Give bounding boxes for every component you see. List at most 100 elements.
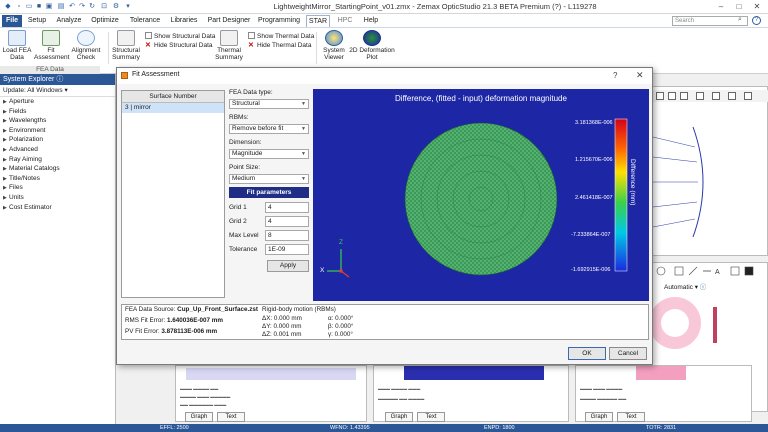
customize-icon[interactable]: ▾ <box>124 3 132 11</box>
menu-tolerance[interactable]: Tolerance <box>126 15 164 27</box>
menu-analyze[interactable]: Analyze <box>54 15 84 27</box>
fea-source: FEA Data Source: Cup_Up_Front_Surface.zs… <box>125 306 258 313</box>
automatic-dropdown[interactable]: Automatic ▾ ⓘ <box>664 281 706 291</box>
system-viewer-icon <box>325 30 343 46</box>
dimension-label: Dimension: <box>229 139 262 146</box>
ok-button[interactable]: OK <box>568 347 606 360</box>
cancel-button[interactable]: Cancel <box>609 347 647 360</box>
graph-caption-line: ▬▬▬▬ ▬▬▬▬▬ ▬▬ <box>580 396 627 401</box>
zoom-icon[interactable] <box>680 92 688 100</box>
open-folder-icon[interactable]: ▭ <box>25 3 33 11</box>
hide-thermal-data-button[interactable]: ✕ Hide Thermal Data <box>248 42 311 50</box>
explorer-item-cost-estimator[interactable]: ▶ Cost Estimator <box>0 203 115 213</box>
alignment-check-icon <box>77 30 95 46</box>
new-file-icon[interactable]: ▫ <box>15 3 23 11</box>
load-fea-icon <box>8 30 26 46</box>
grid2-input[interactable]: 4 <box>265 216 309 227</box>
pan-icon[interactable] <box>668 92 676 100</box>
menu-optimize[interactable]: Optimize <box>88 15 122 27</box>
system-viewer-button[interactable]: System Viewer <box>320 30 348 61</box>
menu-hpc[interactable]: HPC <box>334 15 356 27</box>
deformation-plot-button[interactable]: 2D Deformation Plot <box>348 30 396 61</box>
hide-structural-data-button[interactable]: ✕ Hide Structural Data <box>145 42 213 50</box>
menu-setup[interactable]: Setup <box>24 15 50 27</box>
undo-icon[interactable]: ↶ <box>68 3 76 11</box>
save-icon[interactable]: ■ <box>35 3 43 11</box>
load-fea-data-button[interactable]: Load FEA Data <box>2 30 32 61</box>
tab-graph[interactable]: Graph <box>585 412 613 422</box>
explorer-item-fields[interactable]: ▶ Fields <box>0 107 115 117</box>
help-icon[interactable]: ? <box>752 16 761 25</box>
explorer-item-ray-aiming[interactable]: ▶ Ray Aiming <box>0 155 115 165</box>
tab-graph[interactable]: Graph <box>185 412 213 422</box>
window-icon[interactable] <box>744 92 752 100</box>
fit-assessment-icon <box>42 30 60 46</box>
svg-text:A: A <box>715 269 720 276</box>
menu-bar: File Setup Analyze Optimize Tolerance Li… <box>0 14 768 28</box>
menu-programming[interactable]: Programming <box>256 15 302 27</box>
surface-list-header: Surface Number <box>122 91 224 103</box>
update-dropdown[interactable]: Update: All Windows ▾ <box>0 85 115 97</box>
minimize-button[interactable]: – <box>714 1 728 13</box>
fit-assessment-button[interactable]: Fit Assessment <box>34 30 69 61</box>
close-window-button[interactable]: ✕ <box>750 1 764 13</box>
settings-icon[interactable] <box>696 92 704 100</box>
apply-button[interactable]: Apply <box>267 260 309 272</box>
maximize-button[interactable]: □ <box>732 1 746 13</box>
tab-text[interactable]: Text <box>217 412 245 422</box>
explorer-item-title-notes[interactable]: ▶ Title/Notes <box>0 174 115 184</box>
explorer-item-environment[interactable]: ▶ Environment <box>0 126 115 136</box>
thermal-summary-button[interactable]: Thermal Summary <box>212 30 246 61</box>
tolerance-input[interactable]: 1E-09 <box>265 244 309 255</box>
menu-help[interactable]: Help <box>360 15 382 27</box>
export-icon[interactable] <box>728 92 736 100</box>
graph-caption-line: ▬▬▬ ▬▬▬ ▬▬▬▬ <box>580 386 623 391</box>
explorer-item-files[interactable]: ▶ Files <box>0 183 115 193</box>
surface-list-item[interactable]: 3 | mirror <box>122 103 224 113</box>
max-level-input[interactable]: 8 <box>265 230 309 241</box>
chevron-down-icon: ▼ <box>301 126 306 132</box>
help-icon[interactable]: ? <box>613 71 617 80</box>
lock-icon[interactable]: ⊡ <box>100 3 108 11</box>
tab-text[interactable]: Text <box>617 412 645 422</box>
menu-star[interactable]: STAR <box>306 15 330 27</box>
gear-icon[interactable]: ⚙ <box>112 3 120 11</box>
menu-file[interactable]: File <box>2 15 22 27</box>
save-as-icon[interactable]: ▣ <box>45 3 53 11</box>
explorer-item-polarization[interactable]: ▶ Polarization <box>0 135 115 145</box>
fea-type-select[interactable]: Structural ▼ <box>229 99 309 109</box>
explorer-item-units[interactable]: ▶ Units <box>0 193 115 203</box>
tab-graph[interactable]: Graph <box>385 412 413 422</box>
point-size-select[interactable]: Medium ▼ <box>229 174 309 184</box>
chevron-down-icon: ▼ <box>301 151 306 157</box>
rotate-icon[interactable] <box>656 92 664 100</box>
dimension-select[interactable]: Magnitude ▼ <box>229 149 309 159</box>
colorbar-tick: 1.215670E-006 <box>575 157 613 163</box>
explorer-item-aperture[interactable]: ▶ Aperture <box>0 97 115 107</box>
alignment-check-button[interactable]: Alignment Check <box>70 30 102 61</box>
menu-part-designer[interactable]: Part Designer <box>205 15 253 27</box>
deformation-plot[interactable]: Difference, (fitted - input) deformation… <box>313 89 649 301</box>
show-structural-data-button[interactable]: Show Structural Data <box>145 32 215 41</box>
show-thermal-data-button[interactable]: Show Thermal Data <box>248 32 314 41</box>
rbm-alpha: α: 0.000° <box>328 315 354 322</box>
rbm-title: Rigid-body motion (RBMs) <box>262 306 336 313</box>
help-icon[interactable]: ⓘ <box>56 76 63 83</box>
grid1-input[interactable]: 4 <box>265 202 309 213</box>
tab-text[interactable]: Text <box>417 412 445 422</box>
search-icon[interactable]: ⌕ <box>738 16 742 24</box>
explorer-item-advanced[interactable]: ▶ Advanced <box>0 145 115 155</box>
menu-libraries[interactable]: Libraries <box>167 15 201 27</box>
graph-caption-line: ▬▬▬▬ ▬▬▬ ▬▬▬▬▬ <box>180 394 231 399</box>
rbms-select[interactable]: Remove before fit ▼ <box>229 124 309 134</box>
refresh-icon[interactable]: ↻ <box>88 3 96 11</box>
search-input[interactable]: Search <box>672 16 748 26</box>
structural-summary-button[interactable]: Structural Summary <box>110 30 142 61</box>
close-icon[interactable]: ✕ <box>636 70 644 81</box>
explorer-item-material-catalogs[interactable]: ▶ Material Catalogs <box>0 164 115 174</box>
fea-type-label: FEA Data type: <box>229 89 273 96</box>
redo-icon[interactable]: ↷ <box>78 3 86 11</box>
grid-icon[interactable] <box>712 92 720 100</box>
print-icon[interactable]: ▤ <box>57 3 65 11</box>
explorer-item-wavelengths[interactable]: ▶ Wavelengths <box>0 116 115 126</box>
